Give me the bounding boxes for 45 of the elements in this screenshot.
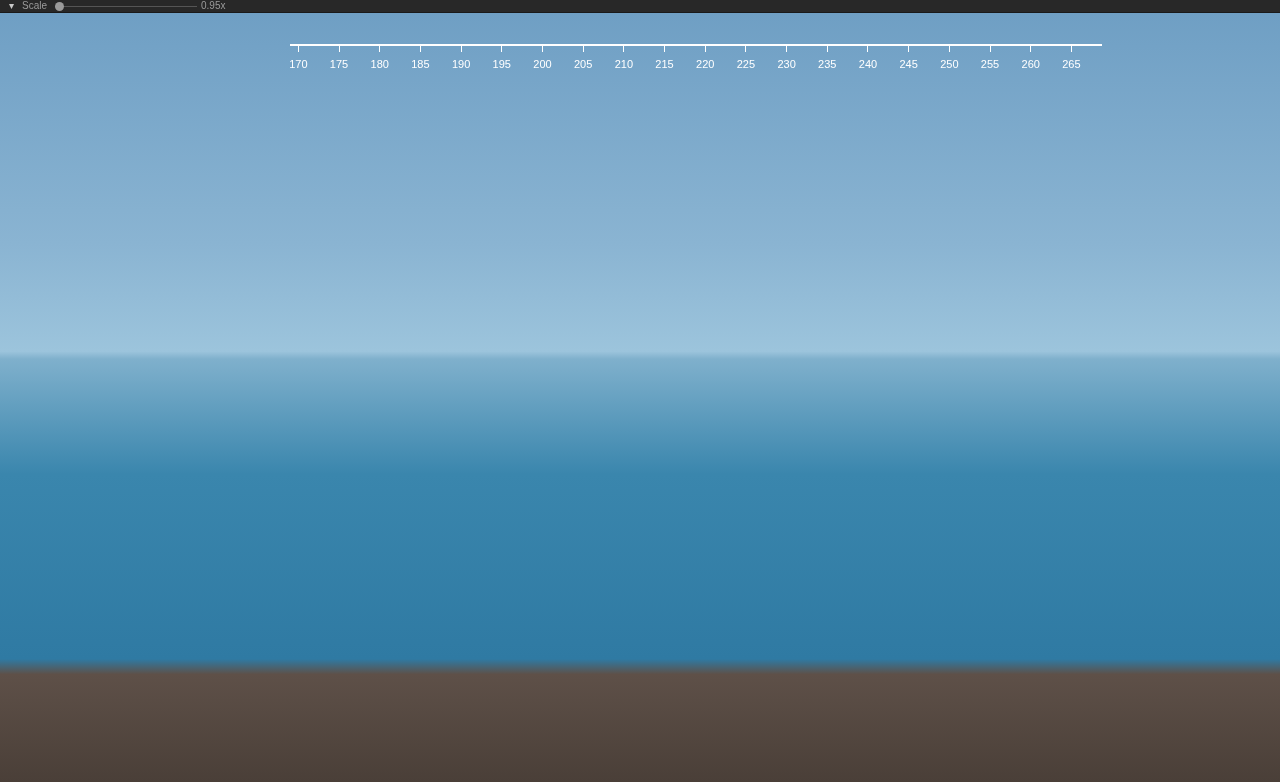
tick-mark [338,45,340,52]
tick-mark [582,45,584,52]
heading-label: 185 [411,59,430,70]
tick-mark [664,45,666,52]
tick-mark [908,45,910,52]
tick-mark [297,45,299,52]
heading-label: 200 [533,59,552,70]
heading-label: 220 [696,59,715,70]
tick-mark [1030,45,1032,52]
heading-label: 170 [289,59,308,70]
tick-mark [867,45,869,52]
heading-label: 180 [370,59,389,70]
slider-thumb[interactable] [55,1,64,11]
heading-label: 235 [818,59,837,70]
tick-mark [379,45,381,52]
tick-mark [1070,45,1072,52]
tick-mark [501,45,503,52]
dropdown-arrow[interactable]: ▾ [0,1,22,11]
tick-mark [745,45,747,52]
heading-label: 195 [492,59,511,70]
tick-mark [826,45,828,52]
tick-mark [419,45,421,52]
heading-label: 250 [940,59,959,70]
scale-label: Scale [22,1,47,11]
heading-label: 245 [899,59,918,70]
heading-label: 260 [1021,59,1040,70]
heading-label: 210 [614,59,633,70]
heading-label: 255 [980,59,1000,70]
scale-slider[interactable] [55,1,197,11]
heading-label: 190 [451,59,471,70]
heading-label: 240 [858,59,878,70]
tick-mark [989,45,991,52]
heading-label: 225 [736,59,756,70]
scale-value: 0.95x [201,1,226,11]
heading-label: 175 [329,59,349,70]
heading-label: 265 [1062,59,1081,70]
tick-mark [460,45,462,52]
tick-mark [948,45,950,52]
heading-label: 205 [573,59,593,70]
heading-label: 230 [777,59,796,70]
tick-mark [541,45,543,52]
tick-mark [704,45,706,52]
tick-mark [623,45,625,52]
heading-label: 215 [655,59,674,70]
tick-mark [786,45,788,52]
